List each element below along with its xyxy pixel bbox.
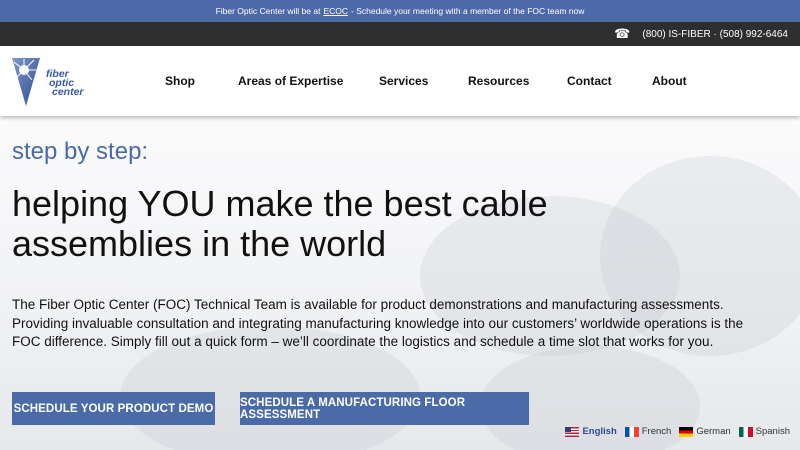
schedule-product-demo-button[interactable]: SCHEDULE YOUR PRODUCT DEMO [12, 392, 215, 425]
phone-icon: ☎ [614, 26, 631, 41]
hero-headline: helping YOU make the best cable assembli… [12, 183, 548, 264]
us-flag-icon [565, 426, 580, 437]
announcement-suffix: - Schedule your meeting with a member of… [351, 6, 585, 16]
language-english[interactable]: English [565, 426, 617, 437]
site-header: fiber optic center Shop Areas of Experti… [0, 46, 800, 116]
announcement-bar: Fiber Optic Center will be at ECOC - Sch… [0, 0, 800, 22]
nav-areas-of-expertise[interactable]: Areas of Expertise [238, 74, 343, 88]
hero-subtitle: step by step: [12, 138, 149, 165]
language-german-label: German [696, 426, 731, 437]
language-selector: English French German Spanish [565, 426, 790, 437]
contact-topbar: ☎ (800) IS-FIBER · (508) 992-6464 [0, 22, 800, 46]
schedule-floor-assessment-button[interactable]: SCHEDULE A MANUFACTURING FLOOR ASSESSMEN… [240, 392, 529, 425]
language-english-label: English [582, 426, 617, 437]
logo-line-3: center [52, 86, 84, 98]
language-german[interactable]: German [679, 426, 731, 437]
nav-services[interactable]: Services [379, 74, 428, 88]
nav-contact[interactable]: Contact [567, 74, 612, 88]
nav-resources[interactable]: Resources [468, 74, 529, 88]
announcement-ecoc-link[interactable]: ECOC [323, 6, 348, 16]
nav-shop[interactable]: Shop [165, 74, 195, 88]
logo-wordmark: fiber optic center [46, 69, 84, 98]
hero-description: The Fiber Optic Center (FOC) Technical T… [12, 297, 744, 349]
hero-section: step by step: helping YOU make the best … [0, 116, 800, 450]
language-french-label: French [641, 426, 672, 437]
mexico-flag-icon [738, 426, 753, 437]
language-french[interactable]: French [624, 426, 672, 437]
language-spanish[interactable]: Spanish [738, 426, 790, 437]
fiber-optic-center-logo[interactable]: fiber optic center [12, 56, 84, 108]
france-flag-icon [624, 426, 639, 437]
germany-flag-icon [679, 426, 694, 437]
phone-numbers[interactable]: (800) IS-FIBER · (508) 992-6464 [642, 29, 788, 40]
announcement-prefix: Fiber Optic Center will be at [215, 6, 321, 16]
nav-about[interactable]: About [652, 74, 687, 88]
language-spanish-label: Spanish [755, 426, 790, 437]
